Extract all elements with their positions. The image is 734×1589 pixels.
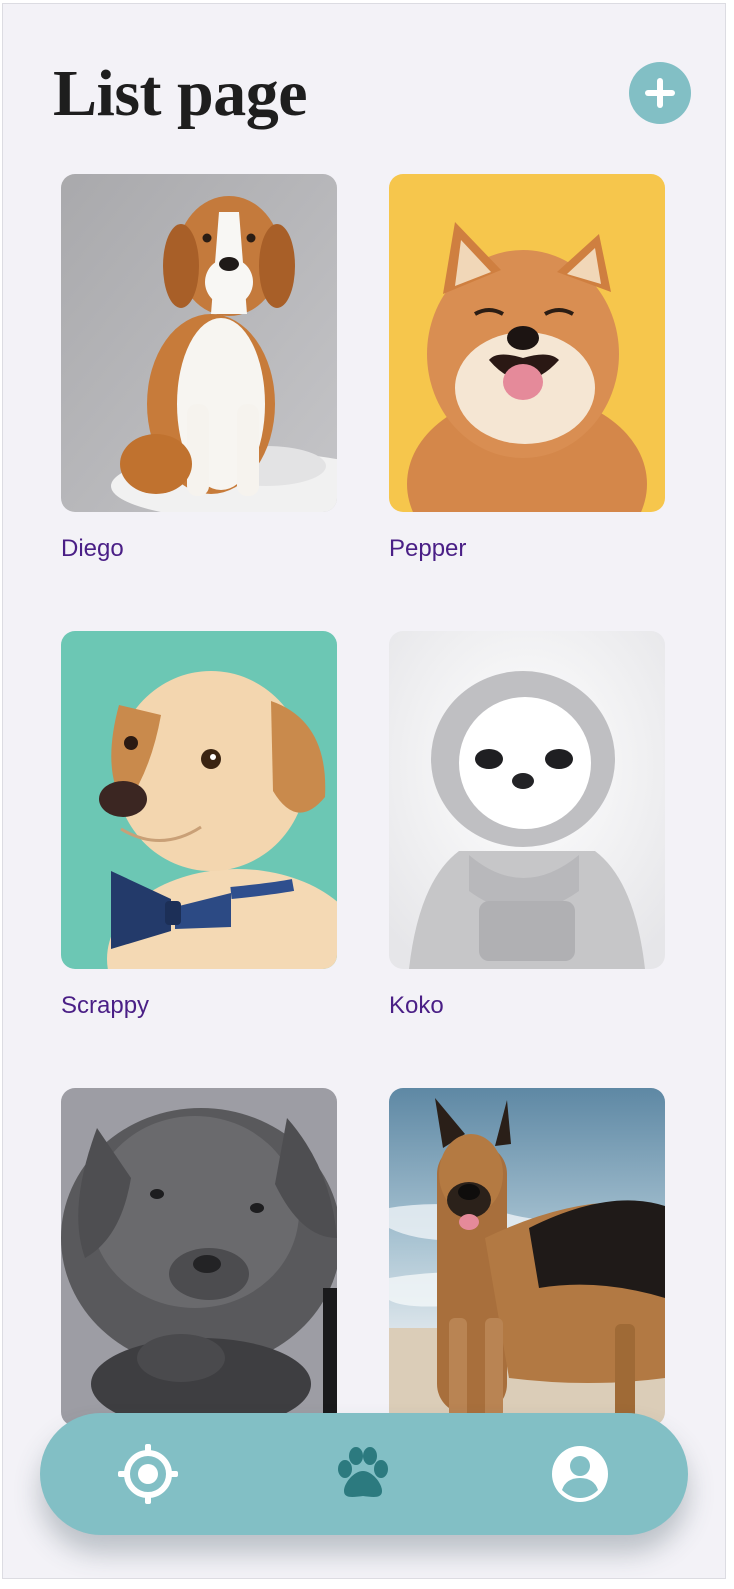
pet-card[interactable] <box>389 1088 665 1448</box>
pet-photo <box>389 174 665 512</box>
pet-photo <box>61 1088 337 1426</box>
pet-name: Koko <box>389 992 444 1019</box>
nav-profile-button[interactable] <box>543 1437 617 1511</box>
pet-name: Scrappy <box>61 992 150 1019</box>
add-pet-button[interactable] <box>629 62 691 124</box>
pet-card[interactable]: Scrappy <box>61 631 337 1021</box>
pet-photo <box>389 1088 665 1426</box>
list-page-screen: List page Diego Pepper Scrappy Koko <box>2 3 726 1579</box>
pet-card[interactable]: Koko <box>389 631 665 1021</box>
nav-locate-button[interactable] <box>111 1437 185 1511</box>
plus-icon <box>645 78 675 108</box>
bottom-nav <box>40 1413 688 1535</box>
account-icon <box>552 1446 608 1502</box>
pet-photo <box>61 631 337 969</box>
pet-card[interactable]: Pepper <box>389 174 665 564</box>
pet-card[interactable]: Diego <box>61 174 337 564</box>
pet-name: Diego <box>61 535 124 562</box>
pet-name: Pepper <box>389 535 467 562</box>
nav-pets-button[interactable] <box>326 1437 400 1511</box>
locate-icon <box>118 1444 178 1504</box>
pet-card[interactable] <box>61 1088 337 1448</box>
paw-icon <box>338 1447 388 1497</box>
page-title: List page <box>53 57 308 130</box>
pet-photo <box>389 631 665 969</box>
pet-photo <box>61 174 337 512</box>
